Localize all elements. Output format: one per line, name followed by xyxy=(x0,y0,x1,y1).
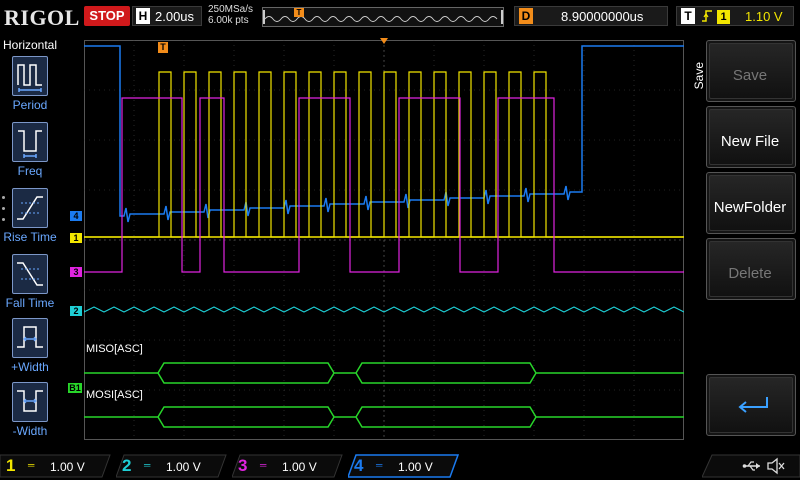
ch2-number: 2 xyxy=(122,456,132,475)
rise-time-icon xyxy=(12,188,48,228)
period-label: Period xyxy=(12,98,48,112)
ch2-offset-marker[interactable]: 2 xyxy=(70,306,82,316)
miso-bus-label: MISO[ASC] xyxy=(86,343,143,355)
fall-time-icon xyxy=(12,254,48,294)
enter-icon xyxy=(738,397,768,413)
trigger-level: 1.10 V xyxy=(745,9,783,24)
ch3-offset-marker[interactable]: 3 xyxy=(70,267,82,277)
trigger-position-marker: T xyxy=(158,42,168,53)
freq-icon xyxy=(12,122,48,162)
dc-coupling-icon: ═ xyxy=(28,460,35,470)
delay-key: D xyxy=(519,8,533,24)
trigger-readout[interactable]: T 1 1.10 V xyxy=(676,6,794,26)
ch4-scale: 1.00 V xyxy=(398,460,433,474)
ch4-status[interactable]: 4 ═ 1.00 V xyxy=(348,454,460,478)
menu-tab-save: Save xyxy=(692,62,706,90)
new-file-button[interactable]: New File xyxy=(706,106,796,168)
measure-period[interactable]: Period xyxy=(0,56,60,118)
ch1-number: 1 xyxy=(6,456,16,475)
dc-coupling-icon: ═ xyxy=(376,460,383,470)
mosi-bus-label: MOSI[ASC] xyxy=(86,389,143,401)
ch3-scale: 1.00 V xyxy=(282,460,317,474)
freq-label: Freq xyxy=(17,164,43,178)
save-menu: Save Save New File NewFolder Delete xyxy=(686,36,800,448)
ch1-status[interactable]: 1 ═ 1.00 V xyxy=(0,454,112,478)
ch4-number: 4 xyxy=(354,456,364,475)
top-status-bar: RIGOL STOP H 2.00us 250MSa/s 6.00k pts T… xyxy=(0,0,800,34)
bus1-marker[interactable]: B1 xyxy=(68,383,82,393)
pos-width-icon xyxy=(12,318,48,358)
rising-edge-icon xyxy=(701,9,713,26)
measure-fall-time[interactable]: Fall Time xyxy=(0,254,60,316)
ch3-status[interactable]: 3 ═ 1.00 V xyxy=(232,454,344,478)
new-folder-button[interactable]: NewFolder xyxy=(706,172,796,234)
measure-freq[interactable]: Freq xyxy=(0,122,60,184)
usb-icon xyxy=(742,461,760,471)
memory-trigger-marker: T xyxy=(294,8,304,17)
sample-rate: 250MSa/s xyxy=(208,4,254,15)
menu-title: Horizontal xyxy=(2,38,58,52)
timebase-value: 2.00us xyxy=(155,9,195,24)
save-button-label: Save xyxy=(732,67,768,84)
save-button[interactable]: Save xyxy=(706,40,796,102)
delay-value: 8.90000000us xyxy=(561,9,644,24)
measure-neg-width[interactable]: -Width xyxy=(0,382,60,444)
delete-button[interactable]: Delete xyxy=(706,238,796,300)
center-marker xyxy=(380,38,388,44)
new-file-button-label: New File xyxy=(720,133,780,150)
ch3-number: 3 xyxy=(238,456,248,475)
dc-coupling-icon: ═ xyxy=(260,460,267,470)
fall-time-label: Fall Time xyxy=(5,296,55,310)
memory-depth: 6.00k pts xyxy=(208,15,249,26)
horizontal-measure-menu: Horizontal Period Freq Rise Time Fall Ti… xyxy=(0,36,60,448)
channel-status-bar: 1 ═ 1.00 V 2 ═ 1.00 V 3 ═ 1.00 V 4 ═ 1.0… xyxy=(0,452,800,480)
brand-logo: RIGOL xyxy=(4,5,80,30)
measure-rise-time[interactable]: Rise Time xyxy=(0,188,60,250)
ch2-status[interactable]: 2 ═ 1.00 V xyxy=(116,454,228,478)
neg-width-label: -Width xyxy=(12,424,48,438)
measure-pos-width[interactable]: +Width xyxy=(0,318,60,380)
ch4-offset-marker[interactable]: 4 xyxy=(70,211,82,221)
speaker-muted-icon[interactable] xyxy=(766,457,786,475)
trigger-key: T xyxy=(681,8,695,24)
waveform-canvas xyxy=(84,40,684,440)
trigger-source: 1 xyxy=(717,10,730,24)
delay-readout[interactable]: D 8.90000000us xyxy=(514,6,668,26)
timebase-readout[interactable]: H 2.00us xyxy=(132,6,202,26)
traces xyxy=(84,45,684,428)
rise-time-label: Rise Time xyxy=(3,230,57,244)
ch2-scale: 1.00 V xyxy=(166,460,201,474)
dc-coupling-icon: ═ xyxy=(144,460,151,470)
waveform-display[interactable]: T xyxy=(84,38,684,440)
neg-width-icon xyxy=(12,382,48,422)
new-folder-button-label: NewFolder xyxy=(713,199,787,216)
enter-button[interactable] xyxy=(706,374,796,436)
run-stop-indicator[interactable]: STOP xyxy=(84,6,130,26)
ch1-offset-marker[interactable]: 1 xyxy=(70,233,82,243)
timebase-key: H xyxy=(136,8,150,24)
memory-overview-bar: T xyxy=(262,7,504,27)
pos-width-label: +Width xyxy=(11,360,49,374)
delete-button-label: Delete xyxy=(728,265,772,282)
period-icon xyxy=(12,56,48,96)
ch1-scale: 1.00 V xyxy=(50,460,85,474)
status-tray xyxy=(701,454,800,478)
